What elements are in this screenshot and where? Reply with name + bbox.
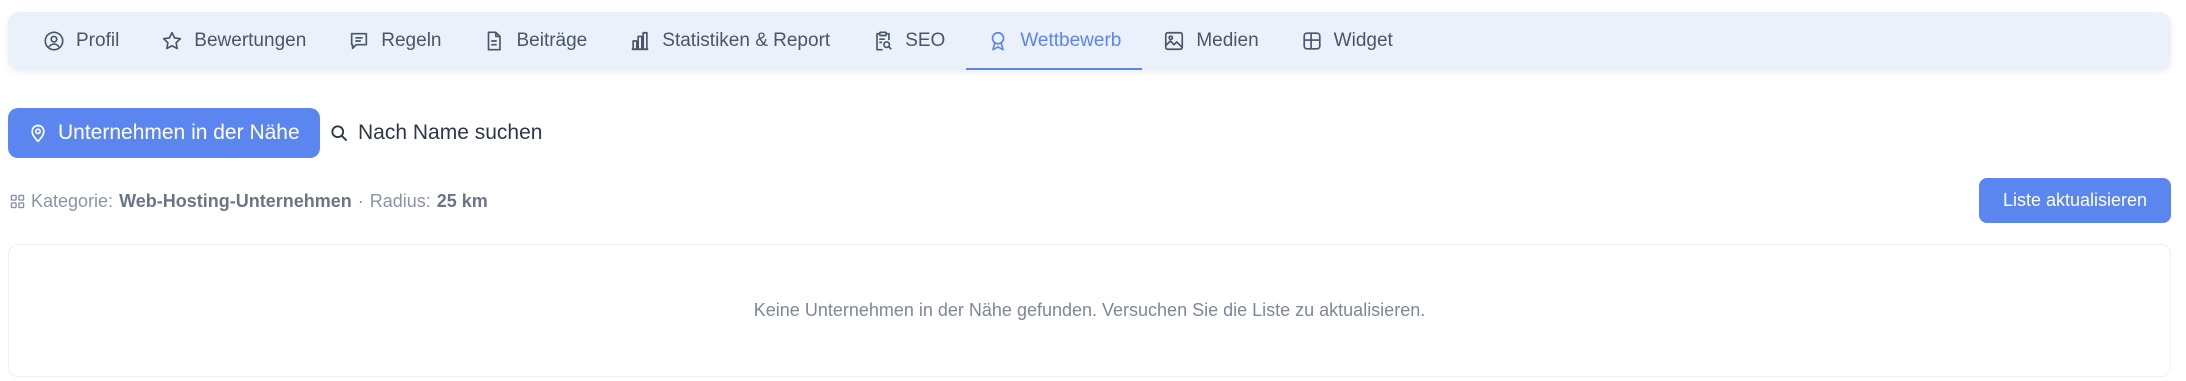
search-icon <box>331 125 347 141</box>
tab-label: Bewertungen <box>194 30 307 51</box>
empty-state-message: Keine Unternehmen in der Nähe gefunden. … <box>753 300 1426 320</box>
radius-value: 25 km <box>436 190 488 211</box>
refresh-list-button[interactable]: Liste aktualisieren <box>1979 178 2171 223</box>
filter-summary: Kategorie: Web-Hosting-Unternehmen · Rad… <box>10 188 488 214</box>
grid-icon <box>10 194 25 208</box>
tab-seo[interactable]: SEO <box>851 12 966 70</box>
category-label: Kategorie: <box>31 190 114 211</box>
tab-label: Regeln <box>381 30 442 51</box>
filter-separator: · <box>357 190 364 211</box>
tab-widget[interactable]: Widget <box>1280 12 1414 70</box>
search-by-name-button[interactable]: Nach Name suchen <box>329 108 542 158</box>
tab-bar: Profil Bewertungen Regeln Beiträge Stati… <box>8 12 2171 70</box>
star-icon <box>163 31 182 50</box>
tab-label: Medien <box>1196 30 1259 51</box>
tab-beitraege[interactable]: Beiträge <box>462 12 608 70</box>
tab-medien[interactable]: Medien <box>1142 12 1279 70</box>
document-icon <box>488 31 502 51</box>
bar-chart-icon <box>632 31 649 51</box>
tab-label: Wettbewerb <box>1020 30 1122 51</box>
radius-label: Radius: <box>369 190 431 211</box>
tab-label: Beiträge <box>516 30 588 51</box>
message-icon <box>351 32 368 50</box>
category-value: Web-Hosting-Unternehmen <box>119 190 352 211</box>
nearby-companies-button[interactable]: Unternehmen in der Nähe <box>8 108 320 158</box>
refresh-list-label: Liste aktualisieren <box>2002 190 2148 210</box>
tab-label: Profil <box>76 30 120 51</box>
tab-regeln[interactable]: Regeln <box>327 12 462 70</box>
nearby-companies-label: Unternehmen in der Nähe <box>58 121 300 144</box>
tab-wettbewerb[interactable]: Wettbewerb <box>966 12 1143 70</box>
tab-label: Statistiken & Report <box>662 30 831 51</box>
map-pin-icon <box>31 124 45 143</box>
image-icon <box>1165 31 1184 51</box>
results-panel: Keine Unternehmen in der Nähe gefunden. … <box>8 244 2171 377</box>
clipboard-search-icon <box>876 31 893 51</box>
tab-label: Widget <box>1333 30 1393 51</box>
tab-profil[interactable]: Profil <box>22 12 140 70</box>
tab-bewertungen[interactable]: Bewertungen <box>140 12 327 70</box>
search-by-name-label: Nach Name suchen <box>358 121 543 144</box>
tab-statistiken[interactable]: Statistiken & Report <box>608 12 851 70</box>
user-circle-icon <box>44 31 64 51</box>
layout-icon <box>1303 32 1321 50</box>
award-icon <box>991 31 1005 51</box>
tab-label: SEO <box>905 30 946 51</box>
